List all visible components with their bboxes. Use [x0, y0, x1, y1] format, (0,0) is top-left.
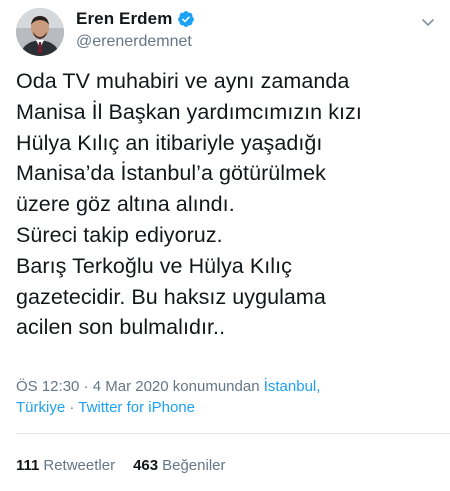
divider — [16, 433, 450, 434]
meta-separator-2: · — [65, 399, 79, 416]
retweets-label: Retweetler — [43, 457, 116, 474]
avatar-photo — [16, 8, 64, 56]
author-display-name[interactable]: Eren Erdem — [76, 9, 172, 29]
chevron-down-icon[interactable] — [420, 14, 436, 30]
likes-label: Beğeniler — [162, 457, 226, 474]
author-handle[interactable]: @erenerdemnet — [76, 33, 192, 51]
tweet-detail: Eren Erdem @erenerdemnet Oda TV muhabiri… — [0, 0, 450, 491]
location-link[interactable]: İstanbul, — [264, 378, 321, 395]
location-link-country[interactable]: Türkiye — [16, 399, 65, 416]
tweet-date[interactable]: 4 Mar 2020 — [93, 378, 169, 395]
author-name-row[interactable]: Eren Erdem — [76, 9, 195, 29]
tweet-time[interactable]: ÖS 12:30 — [16, 378, 79, 395]
likes-stat[interactable]: 463 Beğeniler — [133, 457, 225, 474]
likes-count: 463 — [133, 457, 159, 474]
avatar[interactable] — [16, 8, 64, 56]
tweet-meta: ÖS 12:30 · 4 Mar 2020 konumundan İstanbu… — [16, 376, 436, 418]
tweet-source-link[interactable]: Twitter for iPhone — [78, 399, 195, 416]
tweet-text: Oda TV muhabiri ve aynı zamanda Manisa İ… — [16, 69, 362, 340]
retweets-count: 111 — [16, 457, 40, 474]
verified-badge-icon — [177, 10, 195, 28]
meta-separator: · — [79, 378, 93, 395]
retweets-stat[interactable]: 111 Retweetler — [16, 457, 115, 474]
location-prefix: konumundan — [172, 378, 260, 395]
tweet-stats: 111 Retweetler 463 Beğeniler — [16, 457, 226, 474]
